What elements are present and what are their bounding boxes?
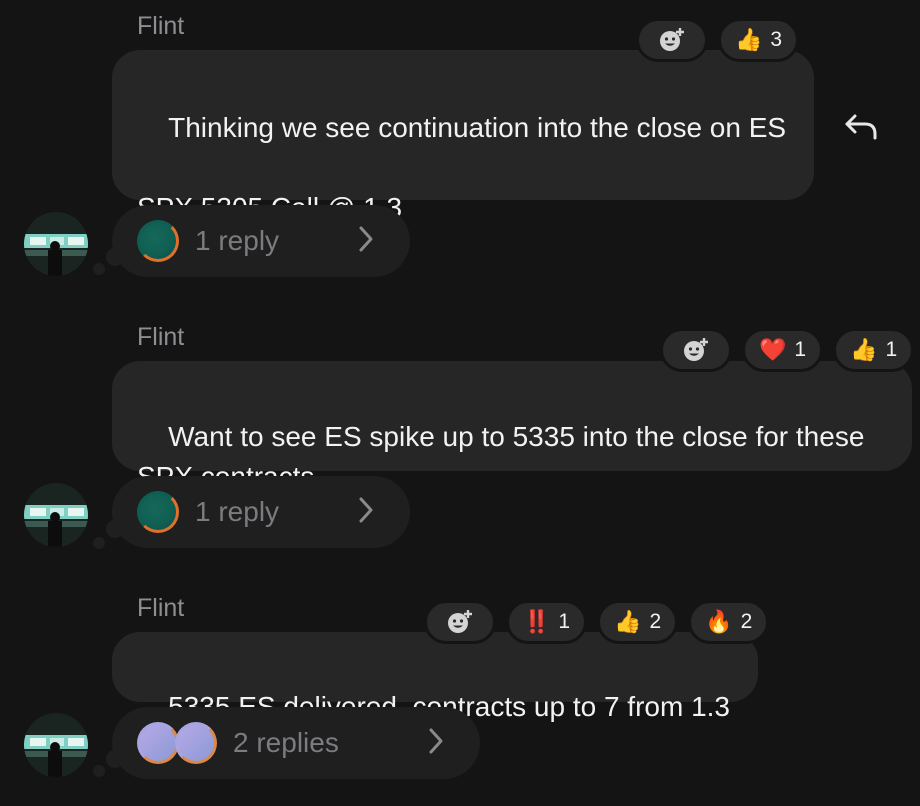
thumbs-up-icon: 👍 [850, 337, 878, 362]
reply-icon[interactable] [843, 110, 879, 142]
author-name: Flint [137, 594, 185, 622]
add-reaction-button[interactable] [636, 18, 708, 62]
reaction-count: 1 [885, 338, 898, 361]
author-name: Flint [137, 12, 185, 40]
reply-count: 1 reply [195, 225, 280, 256]
add-reaction-icon [684, 338, 708, 361]
chevron-right-icon [359, 226, 373, 252]
thread-replies-button[interactable]: 1 reply [112, 205, 410, 277]
reply-count: 2 replies [233, 727, 339, 758]
reaction-count: 3 [770, 28, 783, 51]
add-reaction-icon [660, 28, 684, 51]
thumbs-up-icon: 👍 [614, 609, 642, 634]
message-bubble[interactable]: Thinking we see continuation into the cl… [112, 50, 814, 223]
reply-avatar [175, 722, 217, 764]
reaction-count: 2 [649, 610, 662, 633]
reply-avatar [137, 722, 179, 764]
thread-replies-button[interactable]: 1 reply [112, 476, 410, 548]
chevron-right-icon [429, 728, 443, 754]
avatar-image [24, 713, 88, 777]
reaction-heart[interactable]: ❤️ 1 [742, 328, 824, 372]
double-exclamation-icon: ‼️ [523, 609, 551, 634]
reaction-thumbs-up[interactable]: 👍 1 [833, 328, 915, 372]
reply-avatar [137, 220, 179, 262]
reply-count: 1 reply [195, 496, 280, 527]
add-reaction-button[interactable] [660, 328, 732, 372]
author-name: Flint [137, 323, 185, 351]
reaction-count: 1 [558, 610, 571, 633]
reaction-double-exclamation[interactable]: ‼️ 1 [506, 600, 588, 644]
message-bubble[interactable]: Want to see ES spike up to 5335 into the… [112, 361, 912, 492]
avatar[interactable] [24, 713, 88, 777]
heart-icon: ❤️ [759, 337, 787, 362]
avatar[interactable] [24, 483, 88, 547]
add-reaction-icon [448, 610, 472, 633]
reply-avatar [137, 491, 179, 533]
reaction-count: 1 [794, 338, 807, 361]
reaction-thumbs-up[interactable]: 👍 2 [597, 600, 679, 644]
chevron-right-icon [359, 497, 373, 523]
thread-replies-button[interactable]: 2 replies [112, 707, 480, 779]
reaction-count: 2 [740, 610, 753, 633]
fire-icon: 🔥 [705, 609, 733, 634]
reaction-fire[interactable]: 🔥 2 [688, 600, 770, 644]
reaction-thumbs-up[interactable]: 👍 3 [718, 18, 800, 62]
avatar[interactable] [24, 212, 88, 276]
avatar-image [24, 483, 88, 547]
avatar-image [24, 212, 88, 276]
thumbs-up-icon: 👍 [735, 27, 763, 52]
add-reaction-button[interactable] [424, 600, 496, 644]
